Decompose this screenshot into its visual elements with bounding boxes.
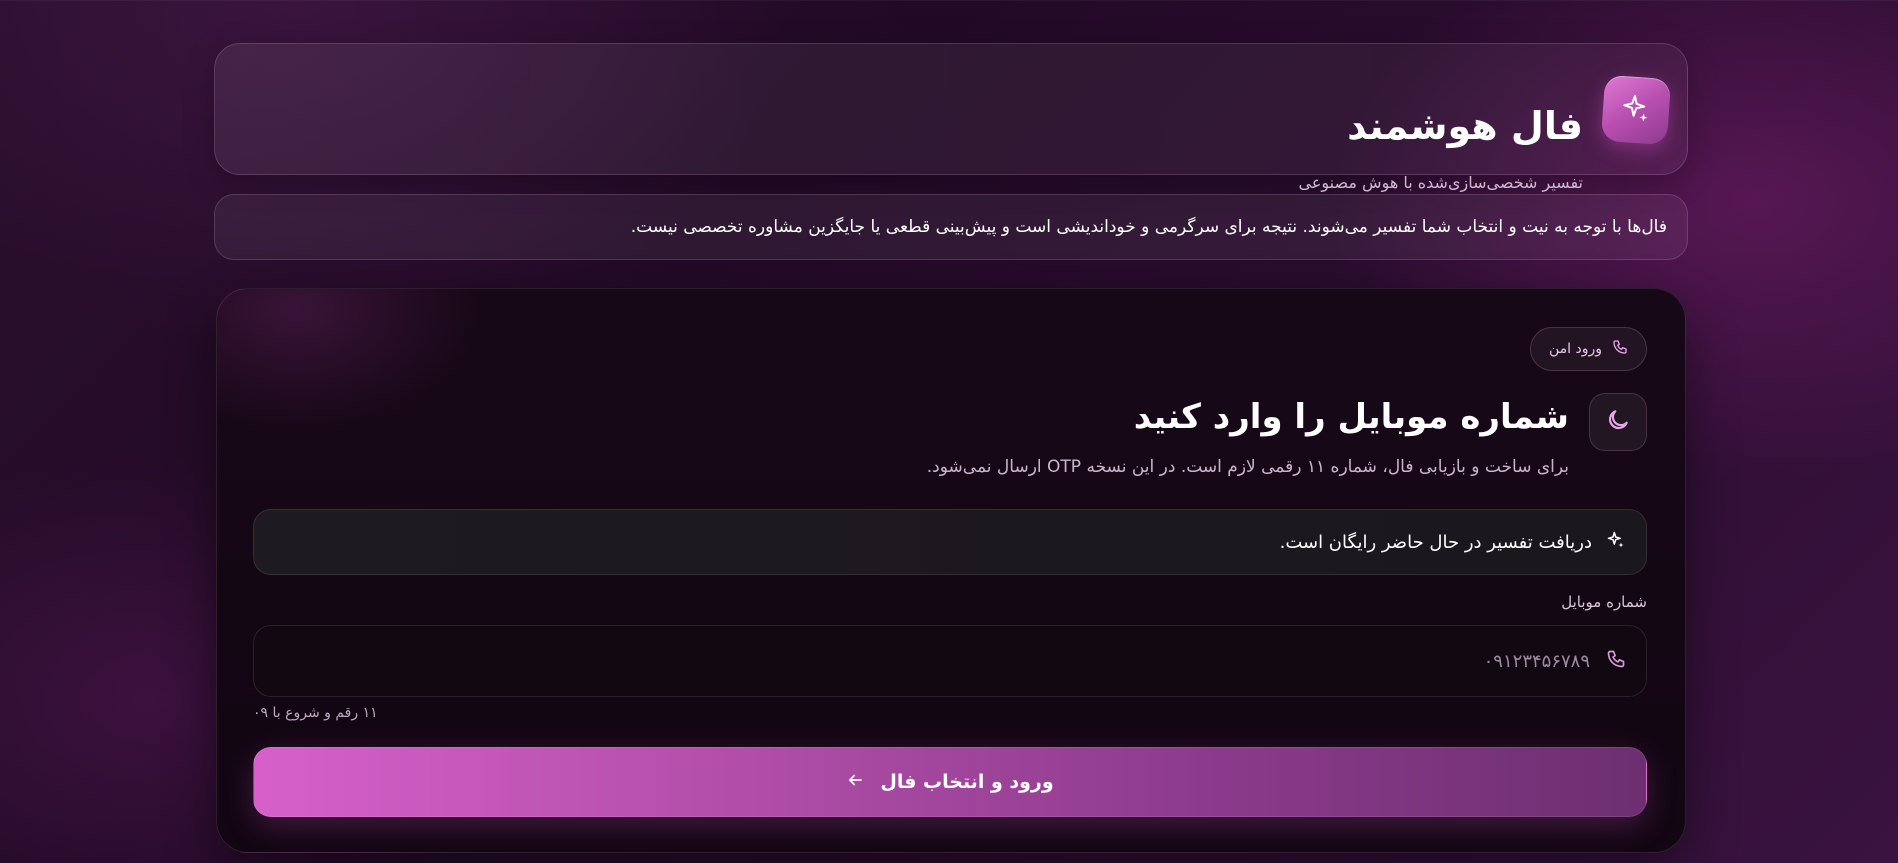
arrow-left-icon: [846, 771, 864, 794]
phone-icon: [1606, 649, 1626, 673]
login-card: ورود امن شماره موبایل را وارد کنید برای …: [216, 288, 1686, 853]
sparkle-icon: [1619, 91, 1653, 129]
app-subtitle: تفسیر شخصی‌سازی‌شده با هوش مصنوعی: [1298, 173, 1583, 192]
free-info-text: دریافت تفسیر در حال حاضر رایگان است.: [1279, 531, 1592, 553]
phone-field-label: شماره موبایل: [1561, 593, 1647, 611]
phone-field-hint: ۱۱ رقم و شروع با ۰۹: [253, 705, 378, 721]
disclaimer-notice: فال‌ها با توجه به نیت و انتخاب شما تفسیر…: [214, 194, 1688, 260]
secure-login-label: ورود امن: [1548, 341, 1602, 357]
submit-label: ورود و انتخاب فال: [880, 771, 1054, 793]
login-submit-button[interactable]: ورود و انتخاب فال: [253, 747, 1647, 817]
disclaimer-text: فال‌ها با توجه به نیت و انتخاب شما تفسیر…: [630, 217, 1667, 237]
sparkle-icon: [1606, 530, 1626, 555]
free-info-banner: دریافت تفسیر در حال حاضر رایگان است.: [253, 509, 1647, 575]
secure-login-badge: ورود امن: [1529, 327, 1647, 371]
login-description: برای ساخت و بازیابی فال، شماره ۱۱ رقمی ل…: [926, 457, 1569, 477]
app-logo: [1600, 74, 1672, 146]
window-top-border: [0, 0, 1898, 1]
moon-icon: [1605, 407, 1631, 437]
phone-input[interactable]: [274, 649, 1592, 673]
phone-icon: [1612, 339, 1628, 359]
login-title: شماره موبایل را وارد کنید: [1133, 397, 1569, 437]
title-icon-box: [1589, 393, 1647, 451]
app-header: فال هوشمند تفسیر شخصی‌سازی‌شده با هوش مص…: [214, 43, 1688, 192]
phone-field[interactable]: [253, 625, 1647, 697]
app-title: فال هوشمند: [1347, 104, 1583, 148]
